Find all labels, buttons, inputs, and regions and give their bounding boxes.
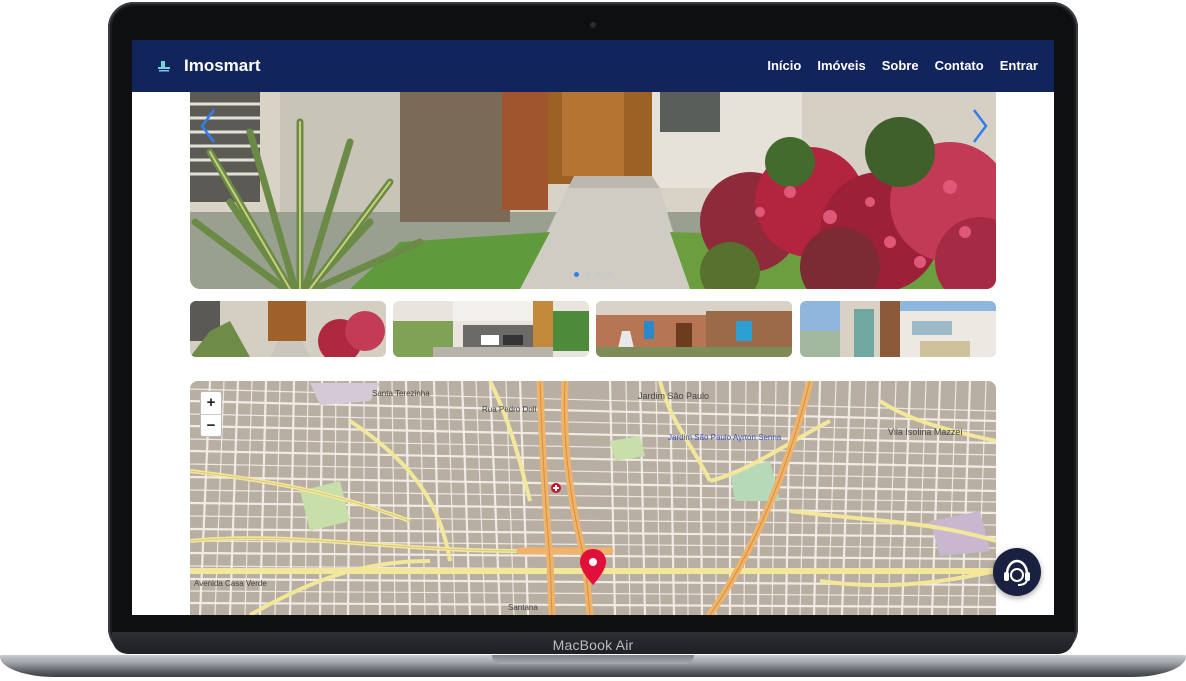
map[interactable]: Santa Terezinha Rua Pedro Doll Jardim Sã… bbox=[190, 381, 996, 615]
map-label-santa-terezinha: Santa Terezinha bbox=[372, 389, 430, 398]
thumbnail-4[interactable] bbox=[800, 301, 996, 357]
map-label-casa-verde: Avenida Casa Verde bbox=[194, 579, 267, 588]
brand-name[interactable]: Imosmart bbox=[184, 56, 261, 76]
zoom-in-button[interactable]: + bbox=[201, 392, 221, 414]
carousel-prev-icon[interactable] bbox=[196, 106, 220, 146]
carousel-dot[interactable] bbox=[596, 272, 601, 277]
hero-image bbox=[190, 92, 996, 289]
map-label-pedro-doll: Rua Pedro Doll bbox=[482, 405, 537, 414]
logo-icon bbox=[158, 61, 170, 72]
carousel-dot[interactable] bbox=[574, 272, 579, 277]
map-label-jardim-sao-paulo: Jardim São Paulo bbox=[638, 391, 710, 401]
thumbnail-strip bbox=[190, 301, 996, 357]
thumbnail-3[interactable] bbox=[596, 301, 792, 357]
screen: Imosmart Início Imóveis Sobre Contato En… bbox=[132, 40, 1054, 615]
carousel-next-icon[interactable] bbox=[968, 106, 992, 146]
map-label-santana: Santana bbox=[508, 603, 538, 612]
laptop-notch bbox=[492, 655, 694, 664]
nav-links: Início Imóveis Sobre Contato Entrar bbox=[767, 58, 1038, 73]
hero-carousel bbox=[190, 92, 996, 289]
headset-icon bbox=[1004, 559, 1030, 586]
thumbnail-1[interactable] bbox=[190, 301, 386, 357]
thumbnail-2[interactable] bbox=[393, 301, 589, 357]
zoom-out-button[interactable]: − bbox=[201, 414, 221, 437]
nav-link-entrar[interactable]: Entrar bbox=[1000, 58, 1038, 73]
map-label-metro-station: Jardim São Paulo Ayrton Senna bbox=[668, 433, 782, 442]
nav-link-contato[interactable]: Contato bbox=[935, 58, 984, 73]
carousel-dot[interactable] bbox=[607, 272, 612, 277]
nav-link-imoveis[interactable]: Imóveis bbox=[817, 58, 865, 73]
support-chat-button[interactable] bbox=[993, 548, 1041, 596]
nav-link-sobre[interactable]: Sobre bbox=[882, 58, 919, 73]
carousel-dot[interactable] bbox=[585, 272, 590, 277]
map-zoom-control: + − bbox=[200, 391, 222, 437]
nav-link-inicio[interactable]: Início bbox=[767, 58, 801, 73]
map-tiles bbox=[190, 381, 996, 615]
device-label: MacBook Air bbox=[552, 637, 634, 653]
webcam bbox=[590, 22, 596, 28]
navbar: Imosmart Início Imóveis Sobre Contato En… bbox=[132, 40, 1054, 92]
map-label-vila-isolina: Vila Isolina Mazzei bbox=[888, 427, 963, 437]
carousel-indicators bbox=[190, 272, 996, 277]
